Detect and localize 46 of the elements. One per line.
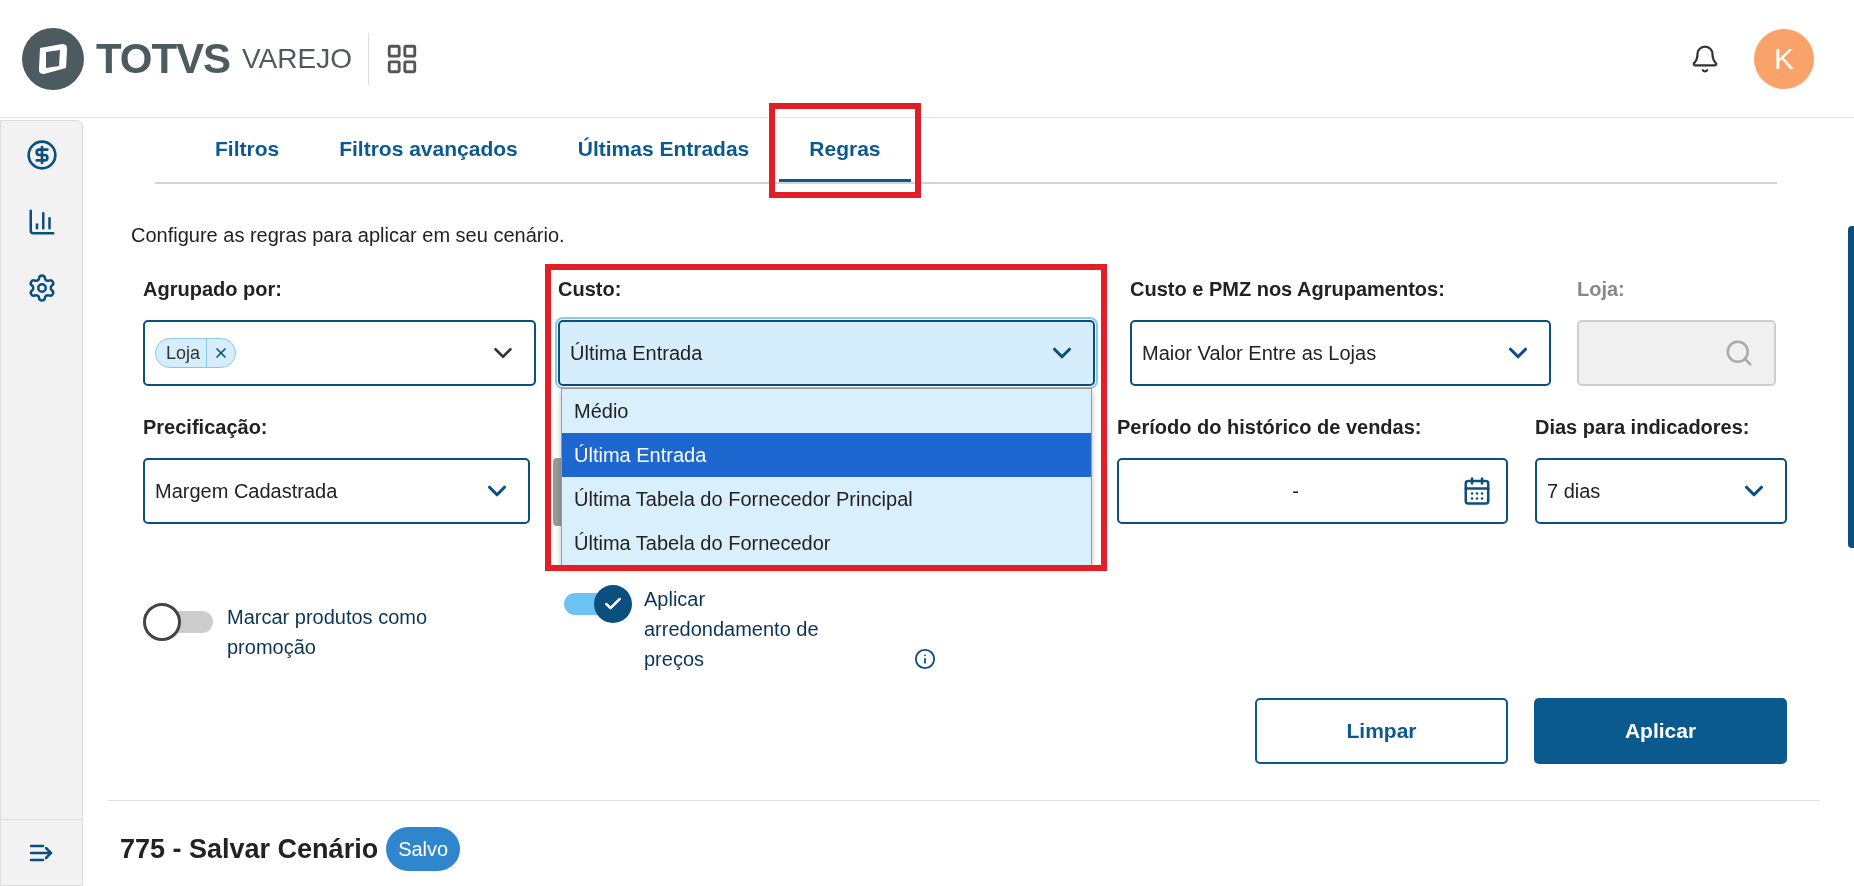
dropdown-option[interactable]: Última Tabela do Fornecedor Principal — [562, 477, 1091, 521]
expand-menu-icon[interactable] — [28, 842, 55, 863]
tab[interactable]: Últimas Entradas — [547, 118, 780, 182]
description-text: Configure as regras para aplicar em seu cenário. — [131, 223, 566, 248]
logo-icon — [22, 27, 84, 90]
dollar-icon[interactable] — [25, 139, 58, 171]
select-value: 7 dias — [1547, 479, 1601, 504]
field-label: Custo: — [558, 277, 623, 302]
field-label: Período do histórico de vendas: — [1117, 415, 1423, 440]
toggle-label: Marcar produtos como promoção — [227, 605, 429, 660]
select-field[interactable]: Margem Cadastrada — [143, 458, 530, 524]
dropdown-option[interactable]: Médio — [562, 389, 1091, 433]
date-value: - — [1291, 479, 1300, 504]
tab[interactable]: Filtros — [185, 118, 310, 182]
product-name: VAREJO — [242, 41, 352, 76]
brand-name: TOTVS — [96, 34, 230, 84]
info-icon[interactable] — [914, 648, 936, 670]
select-value: Margem Cadastrada — [155, 479, 338, 504]
dropdown-option[interactable]: Última Entrada — [562, 433, 1091, 477]
field-label: Loja: — [1577, 277, 1626, 302]
select-value: Última Entrada — [570, 341, 703, 366]
bell-icon[interactable] — [1690, 43, 1720, 74]
toggle-switch[interactable] — [143, 602, 215, 642]
tab[interactable]: Filtros avançados — [309, 118, 548, 182]
field-label: Dias para indicadores: — [1535, 415, 1751, 440]
clear-button[interactable]: Limpar — [1255, 698, 1508, 764]
select-field[interactable]: Maior Valor Entre as Lojas — [1130, 320, 1551, 386]
select-value: Maior Valor Entre as Lojas — [1142, 341, 1377, 366]
select-field[interactable]: Última Entrada — [558, 320, 1095, 386]
scenario-title: 775 - Salvar Cenário — [120, 832, 379, 866]
apply-button[interactable]: Aplicar — [1534, 698, 1787, 764]
calendar-icon[interactable] — [1462, 476, 1492, 506]
settings-icon[interactable] — [26, 273, 57, 303]
scrollbar[interactable] — [1848, 226, 1854, 548]
field-label: Precificação: — [143, 415, 269, 440]
dropdown-option[interactable]: Última Tabela do Fornecedor — [562, 521, 1091, 565]
tag-chip[interactable]: Loja — [155, 338, 237, 368]
date-field[interactable]: - — [1117, 458, 1508, 524]
select-field[interactable]: 7 dias — [1535, 458, 1787, 524]
chip-label: Loja — [166, 341, 202, 365]
field-label: Agrupado por: — [143, 277, 283, 302]
tab[interactable]: Regras — [779, 118, 911, 182]
toggle-label: Aplicar arredondamento de preços — [644, 587, 820, 672]
field-label: Custo e PMZ nos Agrupamentos: — [1130, 277, 1446, 302]
multiselect-field[interactable]: Loja — [143, 320, 536, 386]
status-badge: Salvo — [386, 827, 461, 871]
